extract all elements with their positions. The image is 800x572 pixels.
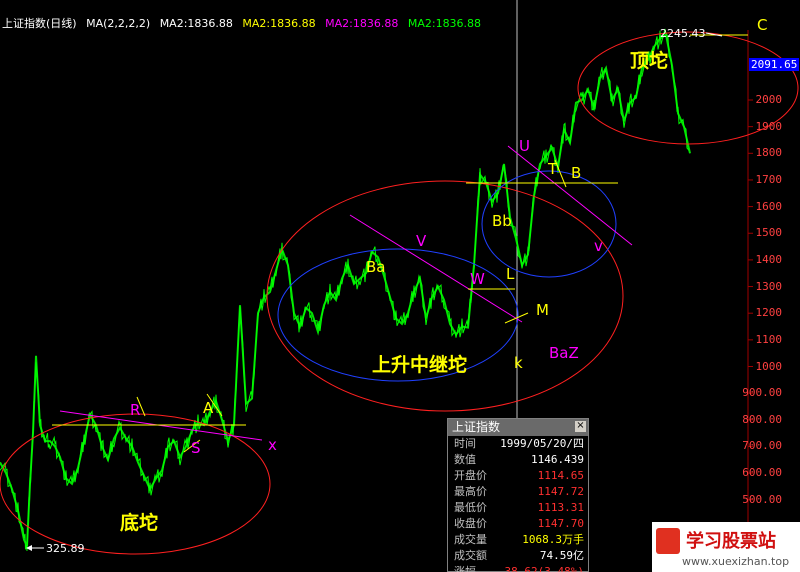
info-row-label: 最低价 bbox=[454, 501, 487, 514]
price-tick-label: 1200 bbox=[755, 306, 783, 320]
price-tick-label: 1900 bbox=[755, 119, 783, 133]
label-u: U bbox=[519, 137, 530, 155]
info-row-value: 1068.3万手 bbox=[522, 533, 584, 546]
label-a: A bbox=[203, 399, 214, 417]
label-b-upper: B bbox=[571, 164, 582, 182]
ma4-value: MA2:1836.88 bbox=[407, 17, 482, 30]
chart-header: 上证指数(日线) MA(2,2,2,2) MA2:1836.88 MA2:183… bbox=[2, 15, 487, 31]
ma1-value: MA2:1836.88 bbox=[159, 17, 233, 30]
info-row-value: 1113.31 bbox=[537, 501, 584, 514]
info-row-label: 收盘价 bbox=[454, 517, 487, 530]
label-c: C bbox=[757, 16, 768, 34]
zone-bottom-label: 底坨 bbox=[120, 512, 159, 534]
label-t: T bbox=[548, 160, 558, 178]
label-m: M bbox=[536, 301, 549, 319]
label-ba: Ba bbox=[366, 258, 385, 276]
info-panel-title: 上证指数 bbox=[452, 420, 501, 434]
info-row-label: 最高价 bbox=[454, 485, 487, 498]
label-s: S bbox=[191, 439, 201, 457]
info-row-value: 1146.439 bbox=[531, 453, 584, 466]
ma2-value: MA2:1836.88 bbox=[242, 17, 316, 30]
price-tick-label: 1500 bbox=[755, 226, 783, 240]
info-row-value: 1147.72 bbox=[537, 485, 584, 498]
info-row-label: 数值 bbox=[454, 453, 476, 466]
label-k: k bbox=[514, 354, 523, 372]
label-l: L bbox=[506, 265, 515, 283]
price-chart[interactable] bbox=[0, 0, 800, 572]
zone-top-label: 顶坨 bbox=[630, 50, 669, 72]
watermark-url: www.xuexizhan.top bbox=[682, 555, 790, 568]
price-tick-label: 1100 bbox=[755, 332, 783, 346]
info-row: 时间 1999/05/20/四 bbox=[448, 436, 588, 452]
info-rows: 时间 1999/05/20/四数值 1146.439 开盘价 1114.65 最高价 114… bbox=[448, 436, 588, 572]
info-row-label: 成交额 bbox=[454, 549, 487, 562]
price-tick-label: 2000 bbox=[755, 93, 783, 106]
info-row-label: 涨幅 bbox=[454, 565, 476, 572]
info-row-label: 开盘价 bbox=[454, 469, 487, 482]
label-v-small: v bbox=[594, 237, 603, 255]
info-row: 成交量 1068.3万手 bbox=[448, 532, 588, 548]
label-v: V bbox=[416, 232, 427, 250]
close-icon[interactable]: × bbox=[575, 421, 586, 432]
ma-params: MA(2,2,2,2) bbox=[86, 17, 151, 30]
label-r: R bbox=[130, 401, 141, 419]
info-panel-titlebar[interactable]: 上证指数 × bbox=[448, 419, 588, 436]
zone-middle-label: 上升中继坨 bbox=[372, 354, 468, 376]
price-tick-label: 1800 bbox=[755, 146, 783, 160]
info-row-label: 时间 bbox=[454, 437, 476, 450]
high-label: 2245.43 bbox=[660, 27, 706, 40]
price-tick-label: 1600 bbox=[755, 199, 783, 213]
info-row-value: 1114.65 bbox=[537, 469, 584, 482]
label-ba-text: Ba bbox=[366, 258, 386, 276]
watermark: 学习股票站 www.xuexizhan.top bbox=[652, 522, 800, 572]
quote-info-panel[interactable]: 上证指数 × 时间 1999/05/20/四数值 1146.439 开盘价 1114.6… bbox=[447, 418, 589, 572]
info-row: 开盘价 1114.65 bbox=[448, 468, 588, 484]
price-tick-label: 1700 bbox=[755, 172, 783, 186]
label-bb: Bb bbox=[492, 212, 512, 230]
info-row-label: 成交量 bbox=[454, 533, 487, 546]
watermark-name: 学习股票站 bbox=[686, 531, 776, 552]
info-row: 最低价 1113.31 bbox=[448, 500, 588, 516]
info-row-value: 74.59亿 bbox=[539, 549, 584, 562]
info-row: 成交额 74.59亿 bbox=[448, 548, 588, 564]
info-row-value: 1147.70 bbox=[537, 517, 584, 530]
price-tick-label: 1300 bbox=[755, 279, 783, 293]
info-row: 涨幅 38.62(3.48%) bbox=[448, 564, 588, 572]
info-row: 数值 1146.439 bbox=[448, 452, 588, 468]
info-row: 收盘价 1147.70 bbox=[448, 516, 588, 532]
price-tick-label: 500.00 bbox=[742, 492, 782, 506]
label-baz: BaZ bbox=[549, 344, 579, 362]
price-tick-label: 700.00 bbox=[742, 439, 782, 453]
price-tick-label: 600.00 bbox=[742, 466, 782, 480]
low-label: 325.89 bbox=[46, 542, 85, 555]
chart-title: 上证指数(日线) bbox=[2, 17, 77, 30]
price-tick-label: 800.00 bbox=[742, 412, 782, 426]
current-price-tag: 2091.65 bbox=[749, 58, 800, 71]
price-tick-label: 900.00 bbox=[742, 386, 782, 400]
info-row-value: 1999/05/20/四 bbox=[500, 437, 584, 450]
price-tick-label: 1000 bbox=[755, 359, 783, 373]
brand-logo-icon bbox=[656, 528, 680, 554]
price-tick-label: 1400 bbox=[755, 252, 783, 266]
ma3-value: MA2:1836.88 bbox=[325, 17, 399, 30]
info-row-value: 38.62(3.48%) bbox=[504, 565, 584, 572]
trendline-u bbox=[507, 145, 633, 246]
label-x: x bbox=[268, 436, 277, 454]
info-row: 最高价 1147.72 bbox=[448, 484, 588, 500]
label-w: W bbox=[470, 270, 485, 288]
kline-window: 上证指数(日线) MA(2,2,2,2) MA2:1836.88 MA2:183… bbox=[0, 0, 800, 572]
